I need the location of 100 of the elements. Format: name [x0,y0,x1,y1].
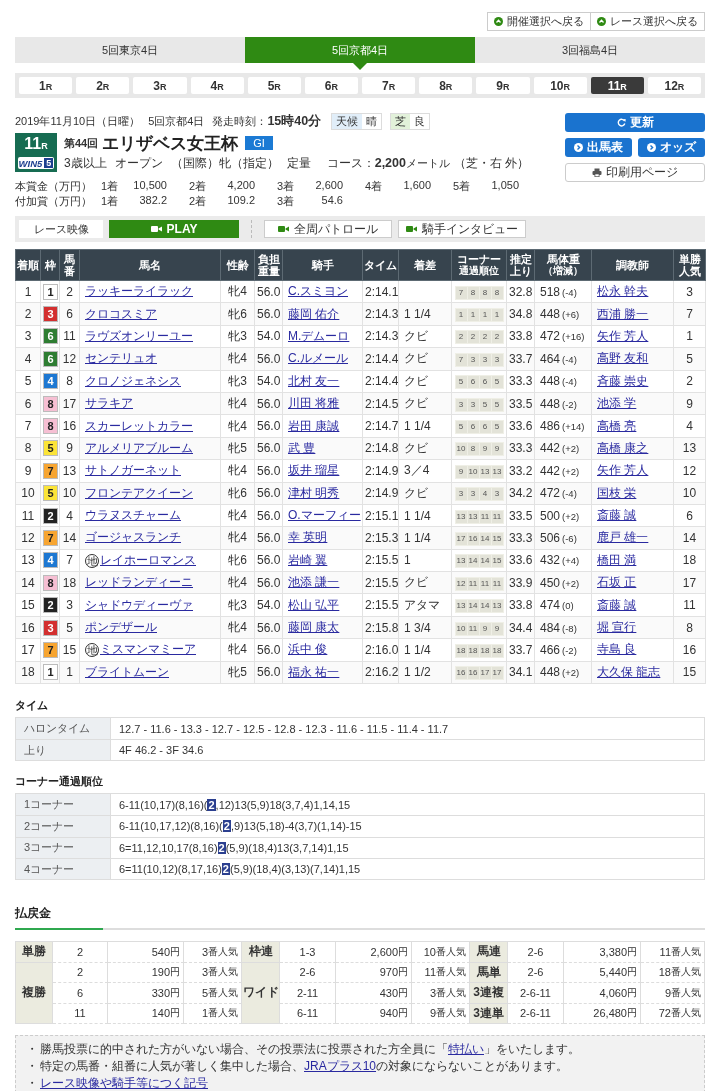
distance-unit: メートル [405,157,450,171]
race-tab[interactable]: 12R [647,77,701,94]
body-weight: 484 [540,620,561,635]
table-cell: 5 [15,370,41,393]
note-link[interactable]: 特払い [448,1042,484,1057]
frame-number-badge: 1 [43,283,58,300]
corner-position: 5 [479,398,491,411]
rank-unit: 番人気 [671,985,701,1000]
corner-position: 2 [455,331,467,344]
race-tab[interactable]: 2R [76,77,130,94]
note-link[interactable]: JRAプラス10 [304,1059,377,1074]
video-camera-icon [150,225,162,233]
column-header: 騎手 [310,259,335,271]
race-tab[interactable]: 11R [590,77,644,94]
payout-amount: 940 [379,1007,398,1020]
corner-position: 7 [455,353,467,366]
video-button[interactable]: 騎手インタビュー [398,220,526,238]
race-tab[interactable]: 5R [247,77,301,94]
corner-position: 10 [467,465,479,478]
chevron-up-circle-icon [494,17,503,26]
body-weight: 466 [540,642,561,657]
video-button[interactable]: 全周パトロール [264,220,392,238]
yen-unit: 円 [627,944,637,957]
back-link-button[interactable]: レース選択へ戻る [591,12,705,31]
prize-amount: 1,600 [402,179,431,193]
table-cell: 2:14.1 [362,280,399,303]
table-cell: 2 [59,280,80,303]
corner-position: 6 [479,376,491,389]
action-button[interactable]: オッズ [638,138,705,157]
column-header: 枠 [43,259,57,271]
meeting-tab[interactable]: 5回京都4日 [245,37,475,63]
prize-place: 1着 [101,179,120,194]
update-button[interactable]: 更新 [565,113,705,132]
table-cell: 牝6 [220,549,255,572]
race-tab[interactable]: 9R [476,77,530,94]
body-weight: 472 [540,329,561,344]
rank-unit: 番人気 [671,1006,701,1021]
race-condition: （国際）牝（指定） [170,155,279,172]
corner-position: 14 [479,600,491,613]
race-tab[interactable]: 7R [362,77,416,94]
table-cell: 18 [673,549,706,572]
bet-type-label: 馬単 [470,962,508,984]
bet-type-label: 単勝 [16,942,53,963]
body-weight: 432 [540,553,561,568]
payout-amount: 540 [151,945,170,958]
table-cell: 2:14.3 [362,325,399,348]
race-tab[interactable]: 10R [533,77,587,94]
frame-number-badge: 2 [43,507,58,524]
corner-position: 6 [479,421,491,434]
race-tab[interactable]: 6R [304,77,358,94]
body-weight: 500 [540,508,561,523]
corner-position: 4 [479,488,491,501]
corner-position: 14 [479,555,491,568]
race-tab[interactable]: 4R [190,77,244,94]
table-cell: 15 [59,638,80,662]
horse-name-link[interactable]: レイホーロマンス [100,552,196,567]
rank-unit: 番人気 [208,1006,238,1021]
frame-number-badge: 3 [43,619,58,636]
bet-type-label: 馬連 [470,942,508,963]
race-tab[interactable]: 8R [419,77,473,94]
table-cell: 4 [673,414,706,438]
corner-position: 9 [491,443,503,456]
corner-position: 3 [467,353,479,366]
corner-position: 18 [455,644,467,657]
prize-place: 4着 [365,179,384,194]
corner-position: 13 [491,600,503,613]
video-button[interactable]: PLAY [109,220,239,238]
weight-change: (+2) [562,577,580,589]
weight-change: (+2) [562,465,580,477]
table-cell: 1 1/4 [398,414,452,438]
table-cell: 16 [15,616,41,639]
bet-type-label: 複勝 [16,962,53,1025]
print-page-button[interactable]: 印刷用ページ [565,163,705,182]
corner-position: 9 [491,622,503,635]
prize-amount: 54.6 [320,194,343,208]
payout-amount: 190 [151,966,170,979]
table-cell: 13 [59,459,80,482]
action-button[interactable]: 出馬表 [565,138,632,157]
refresh-icon [616,118,626,127]
corner-position: 16 [467,667,479,680]
bet-type-label: ワイド [242,962,280,1025]
body-weight: 448 [540,374,561,389]
note-link[interactable]: レース映像や騎手等につく記号 [40,1076,208,1091]
frame-number-badge: 7 [43,530,58,546]
popularity-rank: 3 [201,945,208,958]
row-label: ハロンタイム [16,718,111,740]
prize-amount: 109.2 [226,194,255,208]
corner-position: 13 [491,465,503,478]
corner-position: 6 [467,376,479,389]
race-tab[interactable]: 1R [19,77,73,94]
table-cell: 1 [398,549,452,572]
back-link-button[interactable]: 開催選択へ戻る [487,12,591,31]
column-header: 負担 [256,253,281,265]
weight-change: (-4) [562,488,577,500]
table-cell: 17 [15,638,41,662]
popularity-rank: 9 [429,1007,436,1020]
frame-number-badge: 8 [43,574,58,591]
horse-name-link[interactable]: ミスマンマミーア [100,642,196,657]
race-tab[interactable]: 3R [133,77,187,94]
body-weight: 464 [540,351,561,366]
